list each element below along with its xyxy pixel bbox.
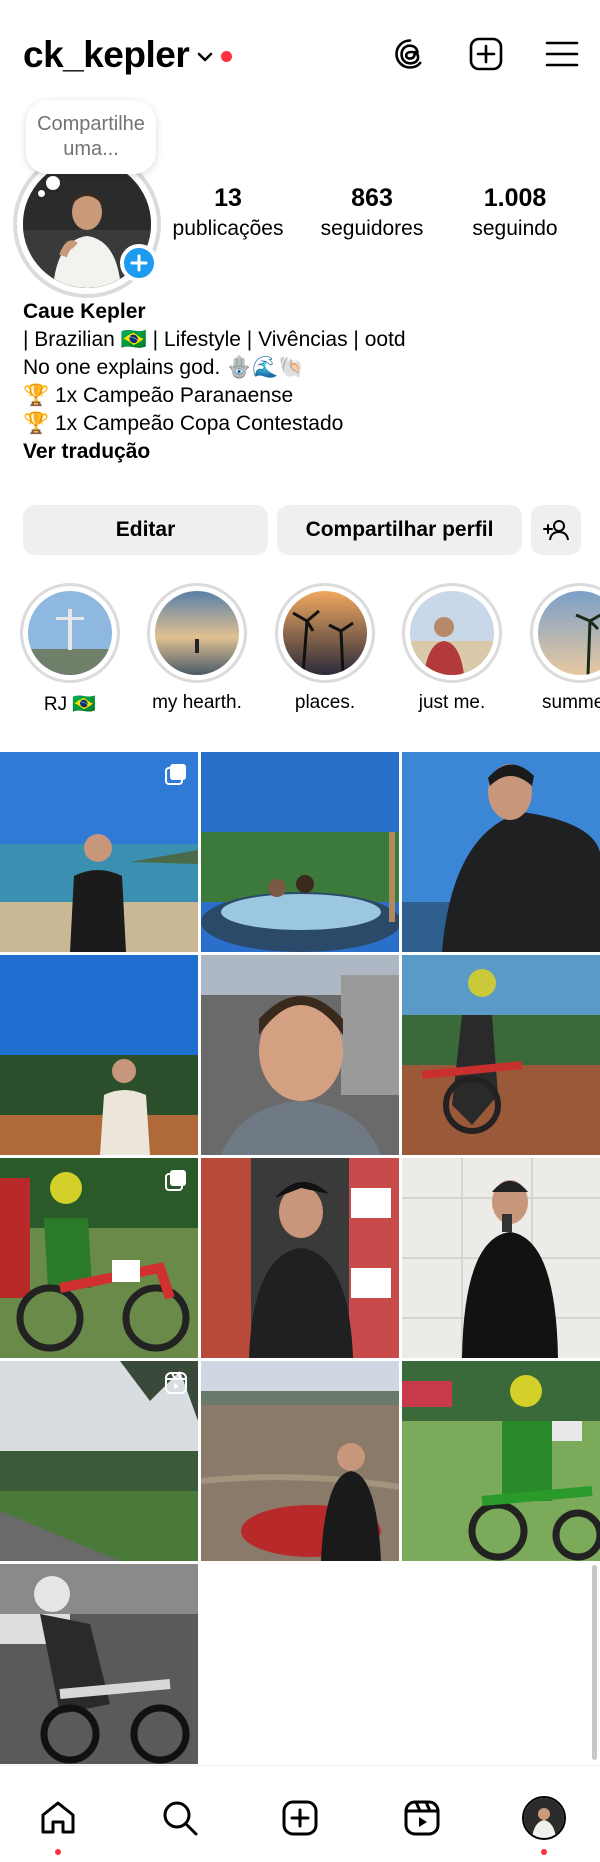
post-thumbnail[interactable] (201, 1361, 399, 1561)
home-icon[interactable] (38, 1798, 78, 1838)
highlight-item[interactable]: my hearth. (147, 583, 247, 714)
note-tail-small (38, 190, 45, 197)
highlight-item[interactable]: just me. (402, 583, 502, 714)
account-switcher[interactable]: ck_kepler (23, 34, 233, 76)
bottom-navigation (0, 1765, 600, 1862)
highlight-cover (283, 591, 367, 675)
posts-label: publicações (172, 217, 284, 240)
highlight-ring (147, 583, 247, 683)
following-label: seguindo (472, 217, 558, 240)
following-number: 1.008 (483, 184, 547, 212)
carousel-icon (165, 1170, 186, 1191)
posts-count[interactable]: 13 publicações (168, 184, 288, 241)
create-icon[interactable] (280, 1798, 320, 1838)
share-profile-button[interactable]: Compartilhar perfil (277, 505, 522, 555)
add-story-button[interactable] (120, 244, 158, 282)
highlight-label: places. (294, 692, 356, 713)
bio-line: 🏆 1x Campeão Paranaense (23, 384, 294, 407)
highlight-item[interactable]: places. (275, 583, 375, 714)
username[interactable]: ck_kepler (23, 34, 190, 76)
bio-line: | Brazilian 🇧🇷 | Lifestyle | Vivências |… (23, 328, 406, 351)
highlight-label: RJ 🇧🇷 (43, 694, 97, 715)
post-thumbnail[interactable] (0, 955, 198, 1155)
search-icon[interactable] (160, 1798, 200, 1838)
highlight-cover (538, 591, 600, 675)
highlight-cover (155, 591, 239, 675)
chevron-down-icon[interactable] (197, 51, 213, 63)
following-count[interactable]: 1.008 seguindo (455, 184, 575, 241)
bio: Caue Kepler | Brazilian 🇧🇷 | Lifestyle |… (23, 298, 583, 466)
home-notification-dot (55, 1849, 61, 1855)
discover-people-button[interactable] (531, 505, 581, 555)
post-thumbnail[interactable] (402, 1361, 600, 1561)
highlight-ring (275, 583, 375, 683)
display-name: Caue Kepler (23, 300, 146, 323)
bio-line: No one explains god. 🪬🌊🐚 (23, 356, 305, 379)
profile-avatar[interactable] (522, 1796, 566, 1840)
notification-dot (221, 50, 233, 62)
plus-icon (130, 254, 148, 272)
highlight-label: just me. (418, 692, 486, 713)
carousel-icon (165, 764, 186, 785)
post-thumbnail[interactable] (0, 752, 198, 952)
note-placeholder: Compartilhe uma... (37, 113, 145, 160)
highlight-cover (410, 591, 494, 675)
post-thumbnail[interactable] (201, 752, 399, 952)
profile-notification-dot (541, 1849, 547, 1855)
followers-number: 863 (351, 184, 393, 212)
post-thumbnail[interactable] (201, 1158, 399, 1358)
post-thumbnail[interactable] (201, 955, 399, 1155)
post-thumbnail[interactable] (402, 752, 600, 952)
edit-profile-button[interactable]: Editar (23, 505, 268, 555)
translate-link[interactable]: Ver tradução (23, 438, 583, 466)
highlight-ring (530, 583, 600, 683)
post-thumbnail[interactable] (402, 955, 600, 1155)
highlight-cover (28, 591, 112, 675)
followers-count[interactable]: 863 seguidores (312, 184, 432, 241)
post-thumbnail[interactable] (0, 1564, 198, 1764)
bio-line: 🏆 1x Campeão Copa Contestado (23, 412, 344, 435)
highlight-ring (402, 583, 502, 683)
profile-header: ck_kepler (0, 0, 600, 110)
create-post-icon[interactable] (468, 36, 504, 72)
post-thumbnail[interactable] (0, 1361, 198, 1561)
followers-label: seguidores (320, 217, 424, 240)
note-tail (46, 176, 60, 190)
menu-icon[interactable] (544, 36, 580, 72)
highlight-ring (20, 583, 120, 683)
posts-number: 13 (214, 184, 242, 212)
reels-icon[interactable] (402, 1798, 442, 1838)
post-thumbnail[interactable] (0, 1158, 198, 1358)
add-person-icon (543, 520, 569, 541)
scrollbar[interactable] (592, 1565, 597, 1760)
threads-icon[interactable] (392, 36, 428, 72)
note-bubble[interactable]: Compartilhe uma... (26, 100, 156, 174)
post-thumbnail[interactable] (402, 1158, 600, 1358)
highlight-item[interactable]: summe (530, 583, 600, 714)
reels-icon (165, 1372, 187, 1394)
highlight-label: my hearth. (152, 692, 242, 713)
highlight-item[interactable]: RJ 🇧🇷 (20, 583, 120, 716)
highlight-label: summe (542, 692, 600, 713)
